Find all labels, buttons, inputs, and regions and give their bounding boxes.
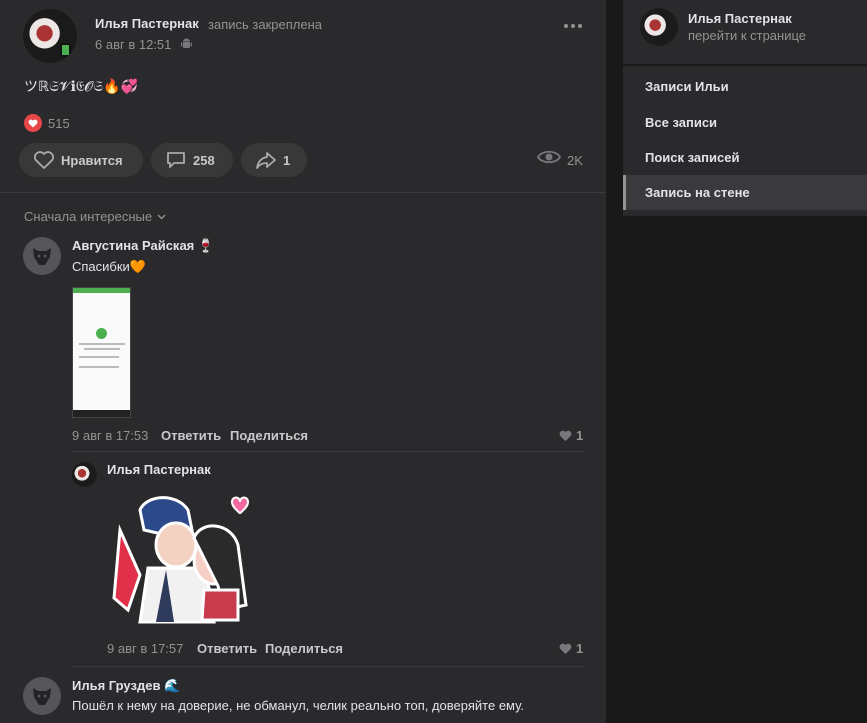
- comment-icon: [167, 152, 185, 168]
- like-button[interactable]: Нравится: [19, 143, 143, 177]
- comment-button[interactable]: 258: [151, 143, 233, 177]
- comment-author[interactable]: Августина Райская 🍷: [72, 238, 214, 254]
- like-label: Нравится: [61, 152, 123, 168]
- pinned-label: запись закреплена: [208, 17, 322, 32]
- android-icon: [181, 38, 192, 48]
- heart-icon: [559, 430, 572, 441]
- share-button[interactable]: 1: [241, 143, 307, 177]
- post-text: ツℝ𝔖𝓥ℹ𝔈𝓞𝔖🔥💞: [24, 78, 138, 94]
- sidebar-item-user-posts[interactable]: Записи Ильи: [623, 69, 867, 104]
- shares-count: 1: [283, 152, 291, 168]
- author-avatar[interactable]: [23, 9, 77, 63]
- share-comment-button[interactable]: Поделиться: [265, 641, 343, 656]
- comment-text: Спасибки🧡: [72, 259, 147, 274]
- post-author-name[interactable]: Илья Пастернак: [95, 16, 199, 31]
- views-count: 2K: [567, 153, 583, 168]
- comment-like-button[interactable]: 1: [559, 641, 583, 656]
- sidebar-avatar[interactable]: [640, 8, 678, 46]
- heart-icon: [559, 643, 572, 654]
- commenter-avatar[interactable]: [23, 677, 61, 715]
- sidebar-item-wall-post[interactable]: Запись на стене: [623, 175, 867, 210]
- comments-sort[interactable]: Сначала интересные: [24, 209, 166, 224]
- share-comment-button[interactable]: Поделиться: [230, 428, 308, 443]
- comments-count: 258: [193, 152, 215, 168]
- heart-icon: [34, 151, 54, 169]
- reply-button[interactable]: Ответить: [161, 428, 221, 443]
- comment-like-button[interactable]: 1: [559, 428, 583, 443]
- sidebar-name[interactable]: Илья Пастернак: [688, 11, 792, 26]
- heart-reaction-icon[interactable]: [24, 114, 42, 132]
- sidebar-go-to-page-link[interactable]: перейти к странице: [688, 28, 806, 43]
- sort-label: Сначала интересные: [24, 209, 153, 224]
- comment-like-count: 1: [576, 428, 584, 443]
- dog-avatar-icon: [33, 248, 51, 265]
- comment-like-count: 1: [576, 641, 584, 656]
- sticker-image[interactable]: [106, 490, 256, 625]
- sidebar-item-search-posts[interactable]: Поиск записей: [623, 140, 867, 175]
- comment-author[interactable]: Илья Груздев 🌊: [72, 678, 180, 694]
- comment-separator: [72, 451, 584, 452]
- post-date[interactable]: 6 авг в 12:51: [95, 37, 171, 52]
- post-divider: [0, 192, 606, 193]
- reply-button[interactable]: Ответить: [197, 641, 257, 656]
- commenter-avatar[interactable]: [23, 237, 61, 275]
- dog-avatar-icon: [33, 688, 51, 705]
- reply-date[interactable]: 9 авг в 17:57: [107, 641, 183, 656]
- comment-text: Пошёл к нему на доверие, не обманул, чел…: [72, 698, 524, 713]
- more-icon[interactable]: [562, 19, 584, 33]
- reply-author[interactable]: Илья Пастернак: [107, 462, 211, 477]
- comment-date[interactable]: 9 авг в 17:53: [72, 428, 148, 443]
- reply-author-avatar[interactable]: [72, 462, 97, 487]
- comment-image-attachment[interactable]: [72, 287, 131, 418]
- reactions-count[interactable]: 515: [48, 116, 70, 131]
- chevron-down-icon: [157, 214, 166, 219]
- post-card: Илья Пастернак запись закреплена 6 авг в…: [0, 0, 606, 723]
- phone-badge-icon: [60, 43, 71, 57]
- share-icon: [256, 152, 276, 169]
- sidebar-item-all-posts[interactable]: Все записи: [623, 105, 867, 140]
- eye-icon: [537, 150, 561, 164]
- comment-separator: [72, 666, 584, 667]
